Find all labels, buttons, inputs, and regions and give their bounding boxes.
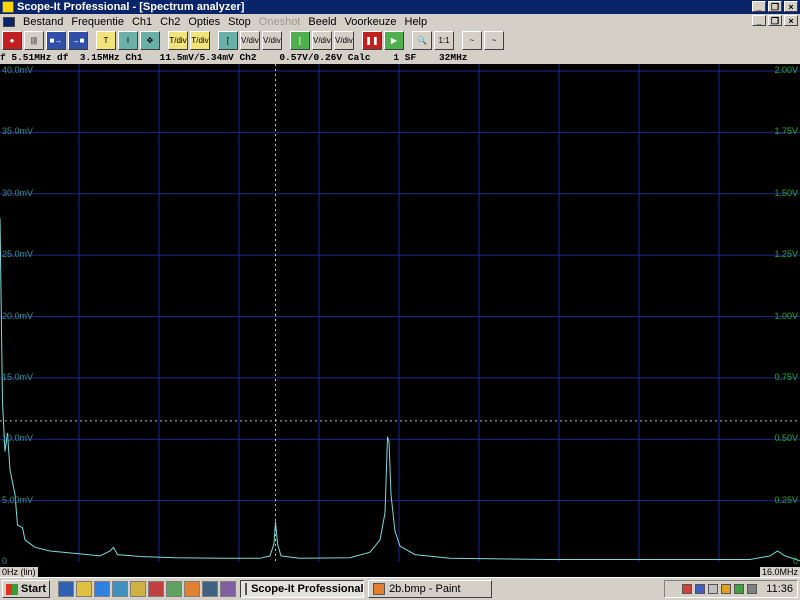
task-label: Scope-It Professional... (251, 583, 365, 595)
spectrum-trace-ch1 (0, 218, 800, 562)
signal-icon[interactable]: ~ (462, 30, 482, 50)
clock: 11:36 (766, 583, 793, 595)
tray-icon-2[interactable] (695, 584, 706, 594)
restore-button[interactable]: ❐ (768, 1, 782, 12)
task-label: 2b.bmp - Paint (389, 583, 461, 595)
y-axis-left-label: 30.0mV (2, 187, 34, 198)
taskbar-task-0[interactable]: Scope-It Professional... (240, 580, 365, 598)
toolbar: ●|||■→→■TI✥T/divT/div[V/div-V/div+[V/div… (0, 29, 800, 51)
tray-icon-5[interactable] (734, 584, 745, 594)
y-axis-right-label: 1.50V (774, 187, 798, 198)
menu-help[interactable]: Help (401, 16, 432, 28)
cursor-i-icon[interactable]: I (118, 30, 138, 50)
tray-icon-4[interactable] (721, 584, 732, 594)
ch2-cursor-icon[interactable]: [ (290, 30, 310, 50)
window-title: Scope-It Professional - [Spectrum analyz… (17, 1, 245, 13)
start-label: Start (21, 583, 47, 595)
menu-voorkeuze[interactable]: Voorkeuze (341, 16, 401, 28)
y-axis-left-label: 5.00mV (2, 494, 34, 505)
tray-icon-3[interactable] (708, 584, 719, 594)
app-icon (2, 1, 14, 13)
ch1-cursor-icon[interactable]: [ (218, 30, 238, 50)
taskbar-task-1[interactable]: 2b.bmp - Paint (368, 580, 493, 598)
x-axis-start-label: 0Hz (lin) (0, 567, 38, 577)
quicklaunch-explorer-icon[interactable] (76, 581, 93, 597)
ch1-vdiv-minus-icon[interactable]: V/div- (240, 30, 260, 50)
bars-icon[interactable]: ||| (24, 30, 44, 50)
title-bar: Scope-It Professional - [Spectrum analyz… (0, 0, 800, 14)
menu-oneshot: Oneshot (258, 15, 301, 28)
windows-flag-icon (6, 583, 18, 595)
tray-volume-icon[interactable] (747, 584, 758, 594)
paint-app-icon (373, 583, 386, 595)
ch2-vdiv-plus-icon[interactable]: V/div+ (334, 30, 354, 50)
start-button[interactable]: Start (2, 580, 51, 598)
arrow-right-icon[interactable]: ■→ (46, 30, 66, 50)
quicklaunch-ie-icon[interactable] (94, 581, 111, 597)
y-axis-left-label: 0 (2, 556, 8, 566)
y-axis-left-label: 35.0mV (2, 126, 34, 137)
y-axis-left-label: 25.0mV (2, 249, 34, 260)
menu-frequentie[interactable]: Frequentie (67, 16, 128, 28)
y-axis-left-label: 15.0mV (2, 371, 34, 382)
cursor-t-icon[interactable]: T (96, 30, 116, 50)
menu-beeld[interactable]: Beeld (304, 16, 340, 28)
time-div-up-icon[interactable]: T/div (168, 30, 188, 50)
mdi-icon[interactable] (3, 16, 15, 27)
y-axis-left-label: 20.0mV (2, 310, 34, 321)
y-axis-left-label: 40.0mV (2, 65, 34, 75)
arrow-left-icon[interactable]: →■ (68, 30, 88, 50)
y-axis-right-label: 1.00V (774, 310, 798, 321)
menu-ch2[interactable]: Ch2 (156, 16, 184, 28)
quicklaunch-desktop-icon[interactable] (58, 581, 75, 597)
y-axis-left-label: 10.0mV (2, 433, 34, 444)
zoom-fit-icon[interactable]: 1:1 (434, 30, 454, 50)
y-axis-right-label: 2.00V (774, 65, 798, 75)
signal-alt-icon[interactable]: ~ (484, 30, 504, 50)
quicklaunch-app-icon[interactable] (148, 581, 165, 597)
y-axis-right-label: 1.75V (774, 126, 798, 137)
mdi-close-button[interactable]: × (784, 15, 798, 26)
y-axis-right-label: 0.50V (774, 433, 798, 444)
spectrum-plot[interactable]: 0Hz (lin) 16.0MHz 40.0mV 35.0mV 30.0mV 25.0… (0, 64, 800, 577)
menu-bestand[interactable]: Bestand (19, 16, 67, 28)
pause-icon[interactable]: ❚❚ (362, 30, 382, 50)
quicklaunch-scope-icon[interactable] (202, 581, 219, 597)
play-icon[interactable]: ▶ (384, 30, 404, 50)
ch1-vdiv-plus-icon[interactable]: V/div+ (262, 30, 282, 50)
quicklaunch-misc-icon[interactable] (220, 581, 237, 597)
quicklaunch-paint-icon[interactable] (184, 581, 201, 597)
system-tray: 11:36 (664, 580, 798, 598)
quicklaunch-folder-icon[interactable] (130, 581, 147, 597)
tray-icon-1[interactable] (682, 584, 693, 594)
quicklaunch-tool-icon[interactable] (166, 581, 183, 597)
y-axis-right-label: 0.75V (774, 371, 798, 382)
close-button[interactable]: × (784, 1, 798, 12)
mdi-minimize-button[interactable]: _ (752, 15, 766, 26)
zoom-icon[interactable]: 🔍 (412, 30, 432, 50)
menu-opties[interactable]: Opties (184, 16, 224, 28)
mdi-restore-button[interactable]: ❐ (768, 15, 782, 26)
measurement-readout: f 5.51MHz df 3.15MHz Ch1 11.5mV/5.34mV C… (0, 51, 468, 65)
minimize-button[interactable]: _ (752, 1, 766, 12)
menu-ch1[interactable]: Ch1 (128, 16, 156, 28)
menu-bar: Bestand Frequentie Ch1 Ch2 Opties Stop Oneshot… (0, 14, 800, 29)
time-div-down-icon[interactable]: T/div (190, 30, 210, 50)
ch2-vdiv-minus-icon[interactable]: V/div- (312, 30, 332, 50)
cursor-move-icon[interactable]: ✥ (140, 30, 160, 50)
record-icon[interactable]: ● (2, 30, 22, 50)
x-axis-end-label: 16.0MHz (759, 567, 800, 577)
y-axis-right-label: 1.25V (774, 249, 798, 260)
quicklaunch-outlook-icon[interactable] (112, 581, 129, 597)
menu-stop[interactable]: Stop (224, 16, 255, 28)
y-axis-right-label: 0 (792, 556, 798, 566)
taskbar: Start Scope-It Professional... 2b.bmp - P… (0, 577, 800, 600)
scope-app-icon (245, 583, 248, 595)
y-axis-right-label: 0.25V (774, 494, 798, 505)
spectrum-svg (0, 64, 800, 562)
